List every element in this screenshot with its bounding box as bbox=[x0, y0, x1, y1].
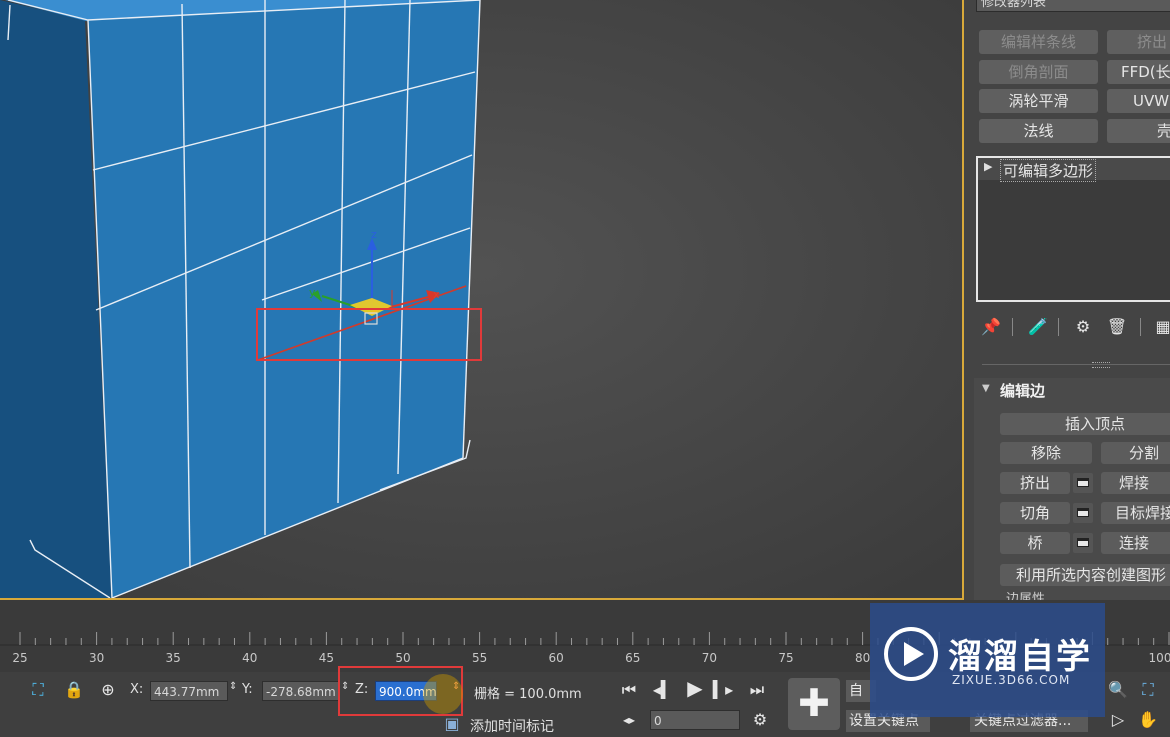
lock-icon[interactable]: 🔒 bbox=[64, 680, 84, 700]
configure-sets-icon[interactable]: ▦ bbox=[1152, 317, 1170, 337]
timeline-tick-label: 50 bbox=[395, 651, 410, 665]
remove-modifier-icon[interactable]: 🗑 bbox=[1106, 317, 1128, 337]
separator bbox=[1140, 318, 1141, 336]
weld-button[interactable]: 焊接 bbox=[1101, 472, 1170, 494]
zoom-extents-icon[interactable]: ⛶ bbox=[1138, 680, 1158, 700]
remove-button[interactable]: 移除 bbox=[1000, 442, 1092, 464]
timeline-tick-label: 60 bbox=[549, 651, 564, 665]
watermark-logo: 溜溜自学 ZIXUE.3D66.COM bbox=[870, 603, 1105, 717]
extrude-settings-button[interactable] bbox=[1073, 473, 1093, 493]
perspective-viewport[interactable]: z y x bbox=[0, 0, 964, 600]
make-unique-icon[interactable]: ⚙ bbox=[1072, 317, 1094, 337]
turbosmooth-button[interactable]: 涡轮平滑 bbox=[979, 89, 1098, 113]
gizmo-x-label: x bbox=[433, 288, 440, 301]
rollout-collapse-icon[interactable]: ▼ bbox=[982, 383, 990, 394]
modifier-list-dropdown[interactable]: 修改器列表 bbox=[976, 0, 1170, 12]
modifier-stack[interactable]: ▶ 可编辑多边形 bbox=[976, 156, 1170, 302]
separator bbox=[1058, 318, 1059, 336]
create-shape-button[interactable]: 利用所选内容创建图形 bbox=[1000, 564, 1170, 586]
go-to-end-icon[interactable]: ⏭ bbox=[746, 680, 768, 700]
timeline-tick-label: 35 bbox=[166, 651, 181, 665]
edge-properties-label: 边属性 bbox=[1006, 592, 1046, 600]
separator bbox=[1012, 318, 1013, 336]
ffd-button[interactable]: FFD(长 bbox=[1107, 60, 1170, 84]
orbit-icon[interactable]: ▷ bbox=[1108, 710, 1128, 730]
time-configuration-icon[interactable]: ⚙ bbox=[750, 710, 770, 730]
absolute-mode-icon[interactable]: ⊕ bbox=[98, 680, 118, 700]
x-coord-label: X: bbox=[130, 682, 144, 697]
stack-item-editable-poly[interactable]: ▶ 可编辑多边形 bbox=[978, 158, 1170, 182]
go-to-start-icon[interactable]: ⏮ bbox=[618, 680, 640, 700]
play-icon[interactable]: ▶ bbox=[684, 678, 706, 698]
timeline-tick-label: 75 bbox=[778, 651, 793, 665]
timeline-tick-label: 100 bbox=[1149, 651, 1170, 665]
auto-key-label: 自动 bbox=[849, 683, 863, 699]
z-spinner-icon[interactable]: ⇕ bbox=[452, 681, 460, 692]
settings-icon bbox=[1077, 538, 1089, 547]
divider-grip[interactable] bbox=[1092, 362, 1110, 368]
settings-icon bbox=[1077, 508, 1089, 517]
timeline-tick-label: 55 bbox=[472, 651, 487, 665]
timeline-tick-label: 30 bbox=[89, 651, 104, 665]
timeline-tick-label: 65 bbox=[625, 651, 640, 665]
z-coord-label: Z: bbox=[355, 682, 369, 697]
insert-vertex-button[interactable]: 插入顶点 bbox=[1000, 413, 1170, 435]
edit-spline-button[interactable]: 编辑样条线 bbox=[979, 30, 1098, 54]
bridge-settings-button[interactable] bbox=[1073, 533, 1093, 553]
selection-lock-icon[interactable]: ⛶ bbox=[28, 680, 48, 700]
next-frame-icon[interactable]: ▍▸ bbox=[712, 680, 734, 700]
y-coord-label: Y: bbox=[242, 682, 253, 697]
watermark-brand: 溜溜自学 bbox=[948, 637, 1092, 677]
connect-button[interactable]: 连接 bbox=[1101, 532, 1170, 554]
pan-hand-icon[interactable]: ✋ bbox=[1138, 710, 1158, 730]
settings-icon bbox=[1077, 478, 1089, 487]
stack-item-label: 可编辑多边形 bbox=[1000, 159, 1097, 182]
panel-divider[interactable] bbox=[982, 364, 1170, 365]
time-config-arrows-icon[interactable]: ◂▸ bbox=[620, 710, 638, 730]
gizmo-z-label: z bbox=[371, 228, 377, 241]
uvw-map-button[interactable]: UVW 贴 bbox=[1107, 89, 1170, 113]
expand-triangle-icon[interactable]: ▶ bbox=[984, 160, 992, 173]
target-weld-button[interactable]: 目标焊接 bbox=[1101, 502, 1170, 524]
previous-frame-icon[interactable]: ◂▍ bbox=[652, 680, 674, 700]
current-frame-field[interactable]: 0 bbox=[650, 710, 740, 730]
add-time-tag-icon[interactable]: ▣ bbox=[442, 714, 462, 734]
zoom-icon[interactable]: 🔍 bbox=[1108, 680, 1128, 700]
timeline-tick-label: 45 bbox=[319, 651, 334, 665]
add-time-tag-label[interactable]: 添加时间标记 bbox=[470, 716, 554, 736]
shell-button[interactable]: 壳 bbox=[1107, 119, 1170, 143]
split-button[interactable]: 分割 bbox=[1101, 442, 1170, 464]
watermark-url: ZIXUE.3D66.COM bbox=[952, 673, 1071, 687]
bevel-profile-button[interactable]: 倒角剖面 bbox=[979, 60, 1098, 84]
chamfer-settings-button[interactable] bbox=[1073, 503, 1093, 523]
timeline-tick-label: 70 bbox=[702, 651, 717, 665]
grid-size-readout: 栅格 = 100.0mm bbox=[474, 687, 582, 702]
timeline-tick-label: 80 bbox=[855, 651, 870, 665]
normal-button[interactable]: 法线 bbox=[979, 119, 1098, 143]
pin-stack-icon[interactable]: 📌 bbox=[980, 317, 1002, 337]
y-coord-field[interactable]: -278.68mm bbox=[262, 681, 340, 701]
set-key-big-button[interactable]: ✚ bbox=[788, 678, 840, 730]
edit-edges-title[interactable]: 编辑边 bbox=[1000, 380, 1045, 401]
x-spinner-icon[interactable]: ⇕ bbox=[229, 681, 237, 692]
chamfer-button[interactable]: 切角 bbox=[1000, 502, 1070, 524]
bridge-button[interactable]: 桥 bbox=[1000, 532, 1070, 554]
gizmo-y-label: y bbox=[309, 286, 316, 299]
modifier-list-label: 修改器列表 bbox=[981, 0, 1047, 10]
command-panel: 修改器列表 编辑样条线 挤出 倒角剖面 FFD(长 涡轮平滑 UVW 贴 法线 … bbox=[966, 0, 1170, 600]
extrude-modifier-button[interactable]: 挤出 bbox=[1107, 30, 1170, 54]
watermark-play-icon bbox=[884, 627, 938, 681]
extrude-edge-button[interactable]: 挤出 bbox=[1000, 472, 1070, 494]
cursor-highlight bbox=[423, 674, 463, 714]
x-coord-field[interactable]: 443.77mm bbox=[150, 681, 228, 701]
show-end-result-icon[interactable]: 🧪 bbox=[1028, 317, 1048, 337]
timeline-tick-label: 40 bbox=[242, 651, 257, 665]
timeline-tick-label: 25 bbox=[12, 651, 27, 665]
